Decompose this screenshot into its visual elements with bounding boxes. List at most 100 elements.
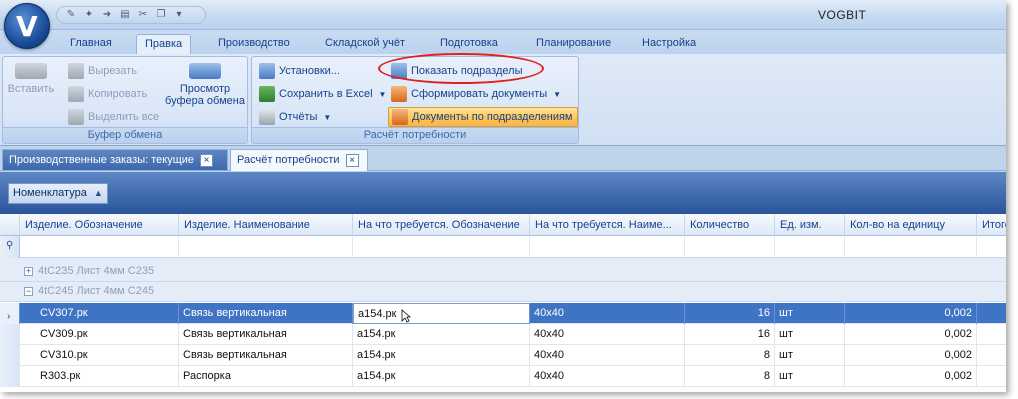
tab-settings[interactable]: Настройка [634, 34, 704, 54]
close-icon[interactable]: × [345, 154, 359, 167]
cell-per-unit[interactable]: 0,002 [845, 324, 977, 345]
filter-cell[interactable] [977, 236, 1006, 258]
header-target-name[interactable]: На что требуется. Наиме... [530, 214, 685, 236]
cell-name[interactable]: Связь вертикальная [179, 345, 353, 366]
tab-warehouse[interactable]: Складской учёт [317, 34, 413, 54]
tab-production[interactable]: Производство [210, 34, 298, 54]
paste-button[interactable]: Вставить [7, 63, 55, 95]
filter-cell[interactable] [685, 236, 775, 258]
clipboard-preview-button[interactable]: Просмотр буфера обмена [163, 63, 247, 107]
cell-designation[interactable]: CV310.рк [36, 345, 179, 366]
filter-cell[interactable] [20, 236, 179, 258]
table-row[interactable]: CV310.рк Связь вертикальная a154.рк 40x4… [0, 345, 1006, 366]
needs-group-caption: Расчёт потребности [252, 127, 578, 143]
cell-name[interactable]: Распорка [179, 366, 353, 387]
exit-icon[interactable]: ➜ [101, 9, 113, 21]
cell-target-name[interactable]: 40x40 [530, 303, 685, 324]
filter-cell[interactable] [530, 236, 685, 258]
cell-target-name[interactable]: 40x40 [530, 366, 685, 387]
app-title: VOGBIT [818, 8, 867, 22]
cell-unit[interactable]: шт [775, 366, 845, 387]
qat-dropdown-icon[interactable]: ▾ [173, 9, 185, 21]
header-quantity[interactable]: Количество [685, 214, 775, 236]
tab-planning[interactable]: Планирование [528, 34, 619, 54]
cell-total[interactable] [977, 345, 1006, 366]
cell-designation[interactable]: CV309.рк [36, 324, 179, 345]
cell-total[interactable] [977, 303, 1006, 324]
header-total[interactable]: Итого [977, 214, 1006, 236]
header-unit[interactable]: Ед. изм. [775, 214, 845, 236]
cell-total[interactable] [977, 366, 1006, 387]
group-row-label: 4tC245 Лист 4мм С245 [38, 285, 155, 297]
cell-quantity[interactable]: 16 [685, 303, 775, 324]
preview-label-line1: Просмотр [179, 83, 231, 95]
reports-button[interactable]: Отчёты ▼ [256, 107, 334, 127]
copy-icon[interactable]: ❐ [155, 9, 167, 21]
doc-tab-needs[interactable]: Расчёт потребности × [230, 149, 368, 171]
expand-icon[interactable]: + [24, 267, 33, 276]
cell-unit[interactable]: шт [775, 345, 845, 366]
group-row[interactable]: − 4tC245 Лист 4мм С245 [0, 282, 1006, 302]
filter-cell[interactable] [179, 236, 353, 258]
group-by-panel: Номенклатура ▲ [0, 172, 1006, 214]
form-documents-button[interactable]: Сформировать документы ▼ [388, 84, 564, 104]
copy-button[interactable]: Копировать [65, 84, 150, 104]
cell-unit[interactable]: шт [775, 303, 845, 324]
filter-icon: ⚲ [6, 240, 14, 251]
cell-target-name[interactable]: 40x40 [530, 345, 685, 366]
cell-per-unit[interactable]: 0,002 [845, 303, 977, 324]
group-row[interactable]: + 4tC235 Лист 4мм С235 [0, 262, 1006, 282]
cell-per-unit[interactable]: 0,002 [845, 366, 977, 387]
cell-target-designation[interactable]: a154.рк [353, 366, 530, 387]
tools-icon[interactable]: ✎ [65, 9, 77, 21]
header-name[interactable]: Изделие. Наименование [179, 214, 353, 236]
save-excel-button[interactable]: Сохранить в Excel ▼ [256, 84, 389, 104]
group-chip-nomenclature[interactable]: Номенклатура ▲ [8, 183, 108, 204]
app-menu-button[interactable]: V [4, 3, 50, 49]
clipboard-group: Вставить Вырезать Копировать Выделить вс… [2, 56, 248, 144]
tab-preparation[interactable]: Подготовка [432, 34, 506, 54]
cell-name[interactable]: Связь вертикальная [179, 324, 353, 345]
settings-button[interactable]: Установки... [256, 61, 343, 81]
cell-unit[interactable]: шт [775, 324, 845, 345]
row-indicator [0, 366, 20, 387]
tab-home[interactable]: Главная [62, 34, 120, 54]
cell-target-designation[interactable]: a154.рк [353, 324, 530, 345]
table-row[interactable]: R303.рк Распорка a154.рк 40x40 8 шт 0,00… [0, 366, 1006, 387]
tab-edit[interactable]: Правка [136, 34, 192, 54]
cell-total[interactable] [977, 324, 1006, 345]
cell-quantity[interactable]: 8 [685, 366, 775, 387]
filter-cell[interactable] [353, 236, 530, 258]
cell-designation[interactable]: CV307.рк [36, 303, 179, 324]
group-row-label: 4tC235 Лист 4мм С235 [38, 265, 155, 277]
settings-icon [259, 63, 275, 79]
documents-stack-icon [392, 109, 408, 125]
scissors-icon[interactable]: ✂ [137, 9, 149, 21]
header-per-unit[interactable]: Кол-во на единицу [845, 214, 977, 236]
cell-designation[interactable]: R303.рк [36, 366, 179, 387]
select-all-button[interactable]: Выделить все [65, 107, 162, 127]
cell-per-unit[interactable]: 0,002 [845, 345, 977, 366]
cell-name[interactable]: Связь вертикальная [179, 303, 353, 324]
doc-tab-orders[interactable]: Производственные заказы: текущие × [2, 149, 228, 170]
cell-target-designation[interactable]: a154.рк [353, 345, 530, 366]
cell-quantity[interactable]: 8 [685, 345, 775, 366]
close-icon[interactable]: × [200, 153, 214, 167]
filter-cell[interactable] [845, 236, 977, 258]
table-row[interactable]: › CV307.рк Связь вертикальная a154.рк 40… [0, 303, 1006, 324]
header-target-designation[interactable]: На что требуется. Обозначение [353, 214, 530, 236]
cell-target-name[interactable]: 40x40 [530, 324, 685, 345]
select-all-label: Выделить все [88, 111, 160, 123]
table-row[interactable]: CV309.рк Связь вертикальная a154.рк 40x4… [0, 324, 1006, 345]
cell-quantity[interactable]: 16 [685, 324, 775, 345]
docs-by-subdivision-button[interactable]: Документы по подразделениям [388, 107, 578, 127]
cut-button[interactable]: Вырезать [65, 61, 140, 81]
printer-icon [259, 109, 275, 125]
cell-target-designation[interactable]: a154.рк [353, 303, 530, 324]
clipboard-icon[interactable]: ▤ [119, 9, 131, 21]
header-designation[interactable]: Изделие. Обозначение [20, 214, 179, 236]
collapse-icon[interactable]: − [24, 287, 33, 296]
filter-cell[interactable] [775, 236, 845, 258]
current-row-icon: › [7, 311, 11, 322]
wand-icon[interactable]: ✦ [83, 9, 95, 21]
